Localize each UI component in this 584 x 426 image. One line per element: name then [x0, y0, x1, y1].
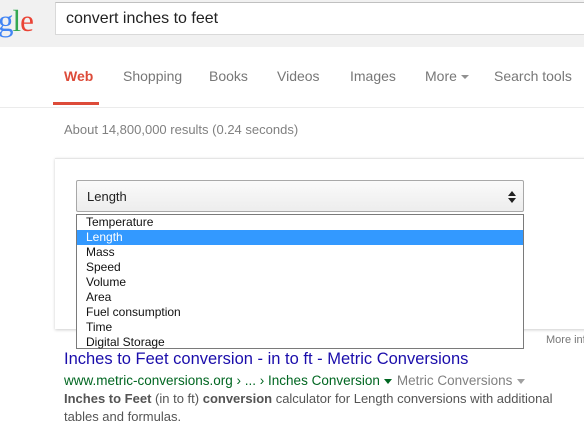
- caret-down-icon[interactable]: [517, 378, 526, 384]
- unit-type-dropdown-list: Temperature Length Mass Speed Volume Are…: [76, 214, 524, 349]
- result-url-extra[interactable]: Metric Conversions: [397, 373, 513, 388]
- tab-more-label: More: [425, 68, 457, 84]
- search-tabs: Web Shopping Books Videos Images More Se…: [0, 47, 584, 108]
- tab-shopping[interactable]: Shopping: [123, 68, 182, 84]
- option-area[interactable]: Area: [77, 290, 523, 305]
- search-box[interactable]: [55, 2, 584, 35]
- tab-more[interactable]: More: [425, 68, 469, 84]
- search-input[interactable]: [56, 3, 584, 34]
- snippet-text-1: (in to ft): [151, 391, 203, 406]
- google-logo[interactable]: gle: [0, 3, 34, 39]
- result-stats: About 14,800,000 results (0.24 seconds): [64, 122, 299, 137]
- logo-letter-l: l: [12, 3, 22, 38]
- result-title-link[interactable]: Inches to Feet conversion - in to ft - M…: [64, 350, 468, 369]
- tab-web[interactable]: Web: [64, 68, 93, 84]
- unit-type-value: Length: [87, 189, 127, 204]
- result-url: www.metric-conversions.org › ... › Inche…: [64, 373, 526, 388]
- result-snippet: Inches to Feet (in to ft) conversion cal…: [64, 390, 564, 426]
- tab-videos[interactable]: Videos: [277, 68, 320, 84]
- logo-letter-g: g: [0, 3, 13, 38]
- option-fuel-consumption[interactable]: Fuel consumption: [77, 305, 523, 320]
- option-temperature[interactable]: Temperature: [77, 215, 523, 230]
- option-volume[interactable]: Volume: [77, 275, 523, 290]
- option-speed[interactable]: Speed: [77, 260, 523, 275]
- snippet-bold-2: conversion: [202, 391, 273, 406]
- active-tab-indicator: [53, 102, 99, 105]
- option-digital-storage[interactable]: Digital Storage: [77, 335, 523, 350]
- tab-images[interactable]: Images: [350, 68, 396, 84]
- more-info-link[interactable]: More info: [546, 334, 584, 346]
- option-mass[interactable]: Mass: [77, 245, 523, 260]
- header-bar: gle: [0, 0, 584, 47]
- result-url-text[interactable]: www.metric-conversions.org › ... › Inche…: [64, 373, 380, 388]
- option-length[interactable]: Length: [77, 230, 523, 245]
- up-down-arrows-icon: [508, 191, 516, 203]
- caret-down-icon[interactable]: [383, 378, 392, 384]
- logo-letter-e: e: [20, 3, 34, 38]
- option-time[interactable]: Time: [77, 320, 523, 335]
- caret-down-icon: [460, 75, 469, 80]
- snippet-bold-1: Inches to Feet: [64, 391, 152, 406]
- unit-type-select[interactable]: Length: [76, 180, 524, 212]
- tab-search-tools[interactable]: Search tools: [494, 68, 572, 84]
- tab-books[interactable]: Books: [209, 68, 248, 84]
